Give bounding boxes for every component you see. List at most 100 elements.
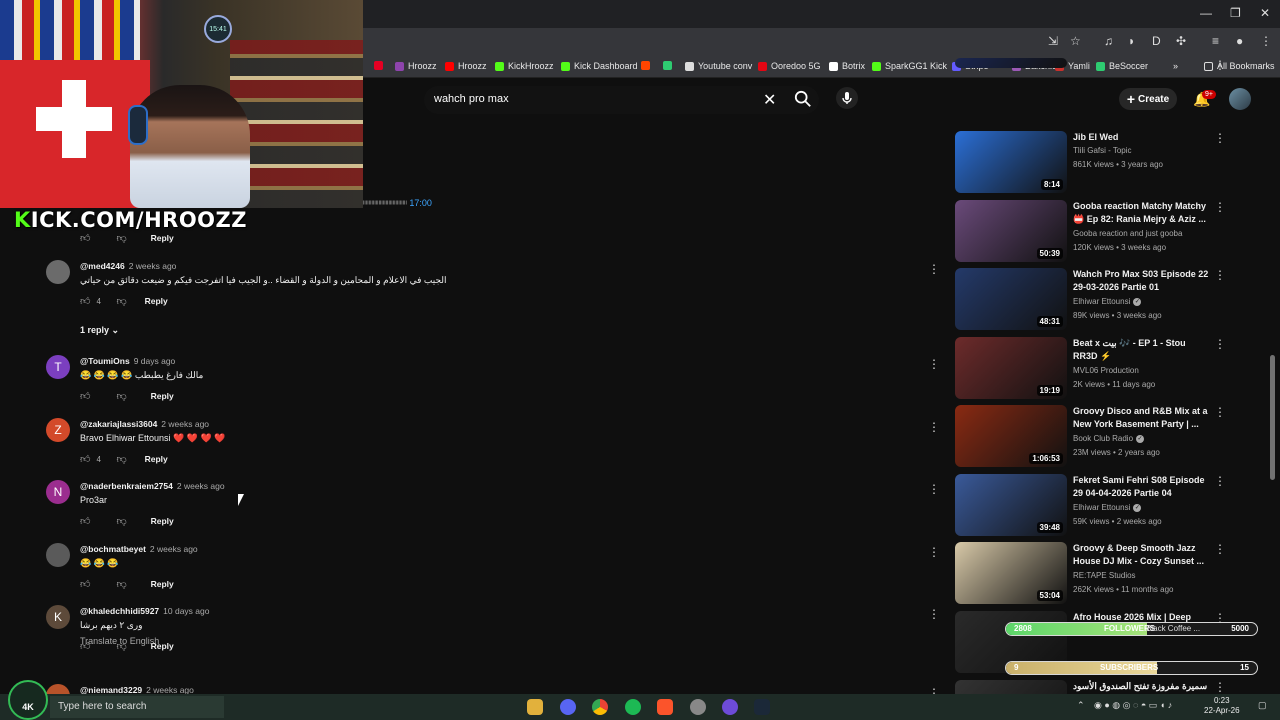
video-channel[interactable]: MVL06 Production [1073,366,1139,375]
comment-time[interactable]: 2 weeks ago [161,419,209,429]
bookmark-item[interactable]: Hroozz [445,61,487,71]
related-video[interactable]: 39:48 Fekret Sami Fehri S08 Episode 29 04… [955,474,1226,538]
dislike-button[interactable]: 👎︎ [116,390,126,402]
video-title[interactable]: Jib El Wed [1073,131,1211,144]
comment-author[interactable]: @khaledchhidi5927 [80,606,159,616]
account-avatar[interactable] [1229,88,1251,110]
comment-author[interactable]: @bochmatbeyet [80,544,146,554]
comment-menu-icon[interactable]: ⋮ [928,262,940,276]
bookmark-item[interactable]: KickHroozz [495,61,554,71]
bookmark-item[interactable]: Botrix [829,61,865,71]
video-thumbnail[interactable]: 8:14 [955,131,1067,193]
comment-menu-icon[interactable]: ⋮ [928,545,940,559]
bookmark-item[interactable]: Hroozz [395,61,437,71]
reply-button[interactable]: Reply [145,454,168,464]
dislike-button[interactable]: 👎︎ [116,578,126,590]
page-scrollbar[interactable] [1270,355,1275,480]
related-video[interactable]: 1:06:53 Groovy Disco and R&B Mix at a New… [955,405,1226,469]
voice-search-button[interactable] [836,87,858,109]
reply-button[interactable]: Reply [151,233,174,243]
comment-menu-icon[interactable]: ⋮ [928,420,940,434]
steam-icon[interactable] [754,699,770,715]
video-thumbnail[interactable] [955,58,1067,68]
obs-icon[interactable] [690,699,706,715]
related-video[interactable]: 8:14 Jib El Wed Tlili Gafsi - Topic 861K vi… [955,131,1226,195]
tab-search-icon[interactable]: ≡ [1212,34,1219,48]
like-button[interactable]: 👍︎ [80,232,108,244]
related-video[interactable]: ⋮ [955,58,1226,72]
video-thumbnail[interactable]: 19:19 [955,337,1067,399]
video-thumbnail[interactable]: 53:04 [955,542,1067,604]
video-channel[interactable]: Elhiwar Ettounsi [1073,503,1130,512]
notification-center-icon[interactable]: ▢ [1258,700,1267,711]
like-button[interactable]: 👍︎ [80,578,108,590]
video-menu-icon[interactable]: ⋮ [1214,337,1226,351]
video-channel[interactable]: Tlili Gafsi - Topic [1073,146,1132,155]
comment-time[interactable]: 2 weeks ago [129,261,177,271]
create-button[interactable]: + Create [1119,88,1177,110]
video-channel[interactable]: Book Club Radio [1073,434,1133,443]
video-channel[interactable]: Gooba reaction and just gooba [1073,229,1182,238]
dislike-button[interactable]: 👎︎ [116,295,126,307]
taskbar-clock[interactable]: 0:23 22-Apr-26 [1204,696,1240,716]
tray-overflow-icon[interactable]: ⌃ [1077,700,1085,711]
bookmark-item[interactable]: Youtube conv [685,61,752,71]
tray-icons[interactable]: ◉ ● ◍ ◎ ◌ ◓ ▭ ◖ ♪ [1094,700,1172,711]
install-icon[interactable]: ⇲ [1048,34,1058,48]
search-icon[interactable] [794,90,812,108]
video-title[interactable]: Fekret Sami Fehri S08 Episode 29 04-04-2… [1073,474,1211,500]
timestamp-link[interactable]: 17:00 [409,198,432,208]
comment-menu-icon[interactable]: ⋮ [928,607,940,621]
search-query[interactable]: wahch pro max [434,93,509,105]
video-thumbnail[interactable]: 39:48 [955,474,1067,536]
related-video[interactable]: 50:39 Gooba reaction Matchy Matchy 📛 Ep 8… [955,200,1226,264]
like-button[interactable]: 👍︎ [80,515,108,527]
media-icon[interactable]: ♫ [1104,34,1113,48]
bookmark-item[interactable]: Kick Dashboard [561,61,638,71]
comment-author[interactable]: @ToumiOns [80,356,130,366]
video-title[interactable]: Beat x بيت 🎶 - EP 1 - Stou RR3D ⚡ [1073,337,1211,363]
video-title[interactable]: Gooba reaction Matchy Matchy 📛 Ep 82: Ra… [1073,200,1211,226]
bookmark-star-icon[interactable]: ☆ [1070,34,1081,48]
video-menu-icon[interactable]: ⋮ [1214,58,1226,72]
profile-icon[interactable]: ● [1236,34,1243,48]
video-menu-icon[interactable]: ⋮ [1214,542,1226,556]
file-explorer-icon[interactable] [527,699,543,715]
comment-menu-icon[interactable]: ⋮ [928,482,940,496]
like-button[interactable]: 👍︎ 4 [80,295,108,307]
video-title[interactable]: Groovy Disco and R&B Mix at a New York B… [1073,405,1211,431]
video-menu-icon[interactable]: ⋮ [1214,680,1226,694]
like-button[interactable]: 👍︎ 4 [80,453,108,465]
comment-avatar[interactable] [46,260,70,284]
bookmark-item[interactable] [374,61,387,70]
app-icon[interactable] [722,699,738,715]
reply-button[interactable]: Reply [151,391,174,401]
comment-avatar[interactable] [46,543,70,567]
reply-button[interactable]: Reply [151,516,174,526]
video-menu-icon[interactable]: ⋮ [1214,200,1226,214]
bookmark-item[interactable]: Ooredoo 5G [758,61,821,71]
spotify-icon[interactable] [625,699,641,715]
comment-time[interactable]: 2 weeks ago [177,481,225,491]
dislike-button[interactable]: 👎︎ [116,453,126,465]
extensions-puzzle-icon[interactable]: ✣ [1176,34,1186,48]
video-channel[interactable]: RE:TAPE Studios [1073,571,1136,580]
dislike-button[interactable]: 👎︎ [116,232,126,244]
video-title[interactable]: Wahch Pro Max S03 Episode 22 29-03-2026 … [1073,268,1211,294]
restore-button[interactable]: ❐ [1230,6,1241,20]
video-channel[interactable]: Elhiwar Ettounsi [1073,297,1130,306]
comment-author[interactable]: @zakariajlassi3604 [80,419,157,429]
comment-avatar[interactable]: N [46,480,70,504]
comment-author[interactable]: @med4246 [80,261,125,271]
comment-avatar[interactable]: Z [46,418,70,442]
dislike-button[interactable]: 👎︎ [116,515,126,527]
browser-menu-icon[interactable]: ⋮ [1260,34,1272,48]
video-thumbnail[interactable]: 50:39 [955,200,1067,262]
comment-menu-icon[interactable]: ⋮ [928,357,940,371]
bookmark-item[interactable] [663,61,676,70]
comment-time[interactable]: 9 days ago [134,356,176,366]
extension-icon[interactable]: ◗ [1128,34,1135,48]
translate-link[interactable]: Translate to English [80,636,159,646]
comment-time[interactable]: 10 days ago [163,606,209,616]
clear-search-icon[interactable]: ✕ [763,90,776,110]
